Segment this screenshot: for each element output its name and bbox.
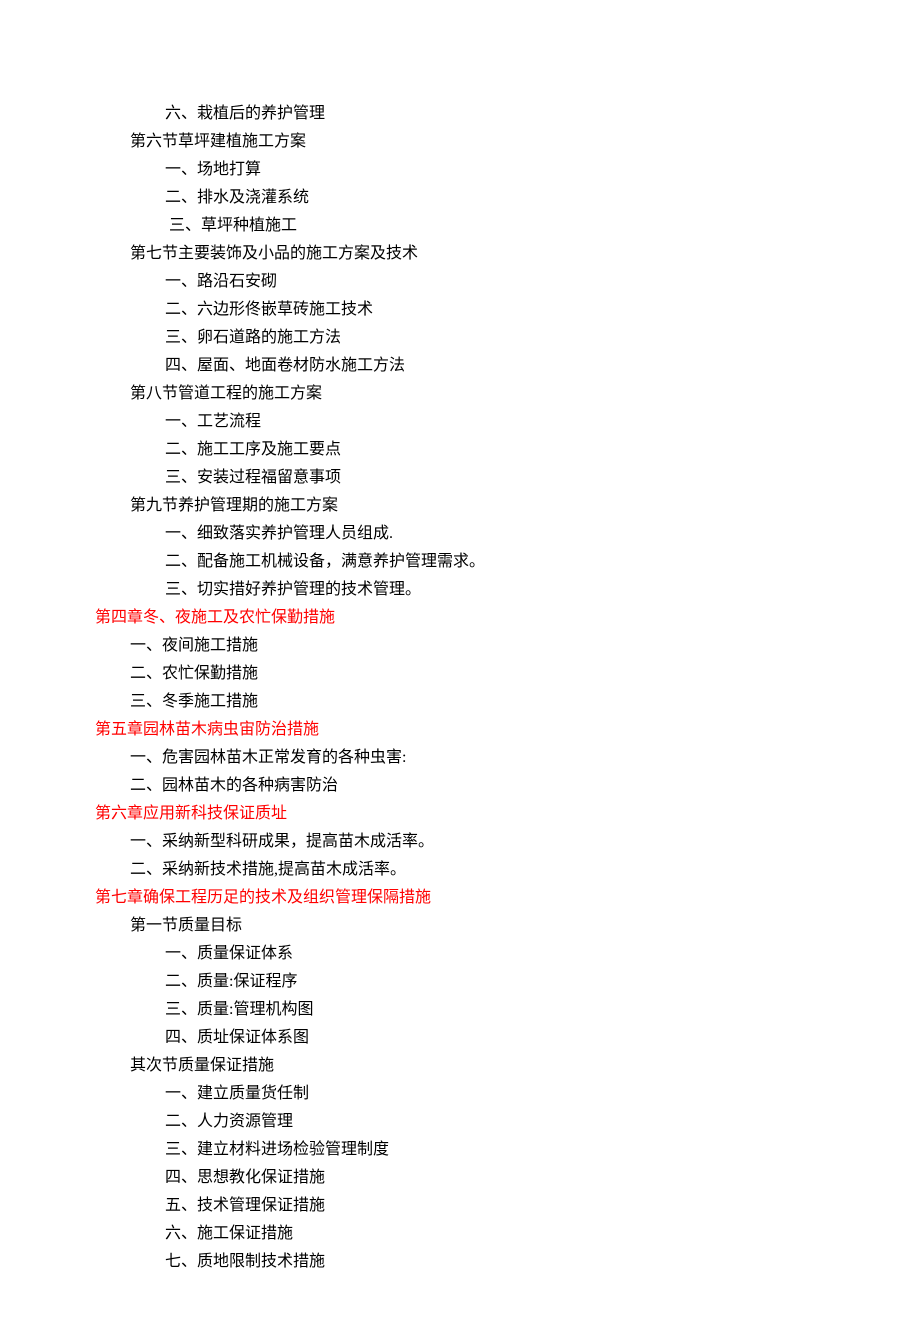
toc-line: 一、危害园林苗木正常发育的各种虫害: <box>95 744 825 772</box>
toc-line: 一、场地打算 <box>95 156 825 184</box>
toc-line: 一、工艺流程 <box>95 408 825 436</box>
toc-line: 六、栽植后的养护管理 <box>95 100 825 128</box>
document-page: 六、栽植后的养护管理第六节草坪建植施工方案一、场地打算二、排水及浇灌系统 三、草… <box>0 0 920 1336</box>
toc-line: 一、路沿石安砌 <box>95 268 825 296</box>
toc-line: 一、采纳新型科研成果，提高苗木成活率。 <box>95 828 825 856</box>
toc-line: 四、思想教化保证措施 <box>95 1164 825 1192</box>
chapter-heading: 第五章园林苗木病虫宙防治措施 <box>95 716 825 744</box>
toc-line: 四、屋面、地面卷材防水施工方法 <box>95 352 825 380</box>
toc-content: 六、栽植后的养护管理第六节草坪建植施工方案一、场地打算二、排水及浇灌系统 三、草… <box>95 100 825 1276</box>
toc-line: 四、质址保证体系图 <box>95 1024 825 1052</box>
toc-line: 第八节管道工程的施工方案 <box>95 380 825 408</box>
toc-line: 一、质量保证体系 <box>95 940 825 968</box>
toc-line: 三、建立材料进场检验管理制度 <box>95 1136 825 1164</box>
toc-line: 二、人力资源管理 <box>95 1108 825 1136</box>
toc-line: 三、切实措好养护管理的技术管理。 <box>95 576 825 604</box>
toc-line: 三、安装过程福留意事项 <box>95 464 825 492</box>
toc-line: 三、冬季施工措施 <box>95 688 825 716</box>
toc-line: 二、农忙保勤措施 <box>95 660 825 688</box>
chapter-heading: 第六章应用新科技保证质址 <box>95 800 825 828</box>
toc-line: 二、配备施工机械设备，满意养护管理需求。 <box>95 548 825 576</box>
toc-line: 第七节主要装饰及小品的施工方案及技术 <box>95 240 825 268</box>
toc-line: 二、排水及浇灌系统 <box>95 184 825 212</box>
chapter-heading: 第七章确保工程历足的技术及组织管理保隔措施 <box>95 884 825 912</box>
toc-line: 二、六边形佟嵌草砖施工技术 <box>95 296 825 324</box>
toc-line: 二、质量:保证程序 <box>95 968 825 996</box>
toc-line: 三、草坪种植施工 <box>95 212 825 240</box>
toc-line: 第九节养护管理期的施工方案 <box>95 492 825 520</box>
toc-line: 一、细致落实养护管理人员组成. <box>95 520 825 548</box>
toc-line: 一、建立质量货任制 <box>95 1080 825 1108</box>
toc-line: 其次节质量保证措施 <box>95 1052 825 1080</box>
toc-line: 第一节质量目标 <box>95 912 825 940</box>
toc-line: 五、技术管理保证措施 <box>95 1192 825 1220</box>
toc-line: 一、夜间施工措施 <box>95 632 825 660</box>
toc-line: 二、采纳新技术措施,提高苗木成活率。 <box>95 856 825 884</box>
toc-line: 第六节草坪建植施工方案 <box>95 128 825 156</box>
toc-line: 六、施工保证措施 <box>95 1220 825 1248</box>
chapter-heading: 第四章冬、夜施工及农忙保勤措施 <box>95 604 825 632</box>
toc-line: 二、园林苗木的各种病害防治 <box>95 772 825 800</box>
toc-line: 三、卵石道路的施工方法 <box>95 324 825 352</box>
toc-line: 七、质地限制技术措施 <box>95 1248 825 1276</box>
toc-line: 三、质量:管理机构图 <box>95 996 825 1024</box>
toc-line: 二、施工工序及施工要点 <box>95 436 825 464</box>
